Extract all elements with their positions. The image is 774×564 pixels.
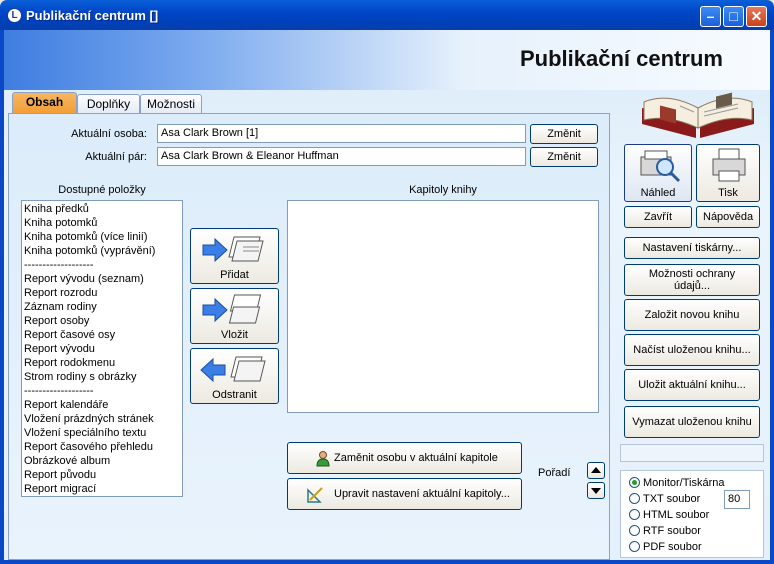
preview-button[interactable]: Náhled bbox=[624, 144, 692, 202]
list-item[interactable]: Kniha předků bbox=[24, 202, 180, 216]
page-title: Publikační centrum bbox=[520, 46, 723, 71]
book-chapters-list[interactable] bbox=[287, 200, 599, 413]
book-chapters-caption: Kapitoly knihy bbox=[409, 184, 477, 196]
list-item[interactable]: Report vývodu (seznam) bbox=[24, 272, 180, 286]
preview-label: Náhled bbox=[640, 187, 676, 199]
list-item[interactable]: Report kalendáře bbox=[24, 398, 180, 412]
radio-label: RTF soubor bbox=[643, 525, 701, 537]
window-title: Publikační centrum [] bbox=[26, 8, 159, 23]
radio-html-file[interactable]: HTML soubor bbox=[629, 509, 709, 521]
available-items-caption: Dostupné položky bbox=[58, 184, 146, 196]
radio-dot bbox=[629, 493, 640, 504]
replace-person-chapter-label: Zaměnit osobu v aktuální kapitole bbox=[334, 452, 498, 464]
save-book-button[interactable]: Uložit aktuální knihu... bbox=[624, 369, 760, 401]
list-item[interactable]: Report rozrodu bbox=[24, 286, 180, 300]
status-field bbox=[620, 444, 764, 462]
list-item[interactable]: Vložení speciálního textu bbox=[24, 426, 180, 440]
close-button[interactable]: Zavřít bbox=[624, 206, 692, 228]
tab-obsah[interactable]: Obsah bbox=[12, 92, 77, 114]
current-person-label: Aktuální osoba: bbox=[71, 128, 147, 140]
print-label: Tisk bbox=[718, 187, 738, 199]
privacy-options-button[interactable]: Možnosti ochrany údajů... bbox=[624, 264, 760, 296]
radio-txt-file[interactable]: TXT soubor bbox=[629, 493, 700, 505]
list-item[interactable]: Kniha potomků (více linií) bbox=[24, 230, 180, 244]
current-person-field[interactable]: Asa Clark Brown [1] bbox=[157, 124, 526, 143]
output-options-group: Monitor/Tiskárna TXT soubor HTML soubor … bbox=[620, 470, 764, 558]
printer-icon bbox=[712, 148, 746, 182]
remove-label: Odstranit bbox=[212, 389, 257, 401]
add-arrow-icon bbox=[202, 236, 264, 263]
radio-pdf-file[interactable]: PDF soubor bbox=[629, 541, 702, 553]
radio-dot bbox=[629, 509, 640, 520]
list-item[interactable]: Report migrací bbox=[24, 482, 180, 496]
delete-book-button[interactable]: Vymazat uloženou knihu bbox=[624, 406, 760, 438]
tab-moznosti[interactable]: Možnosti bbox=[140, 94, 202, 114]
available-items-list[interactable]: Kniha předků Kniha potomků Kniha potomků (… bbox=[21, 200, 183, 497]
radio-label: HTML soubor bbox=[643, 509, 710, 521]
minimize-button[interactable]: – bbox=[700, 6, 721, 27]
close-window-button[interactable]: ✕ bbox=[746, 6, 767, 27]
list-item[interactable]: Vložení prázdných stránek bbox=[24, 412, 180, 426]
list-item[interactable]: Report osoby bbox=[24, 314, 180, 328]
book-icon bbox=[642, 92, 754, 138]
current-couple-label: Aktuální pár: bbox=[85, 151, 147, 163]
change-person-button[interactable]: Změnit bbox=[530, 124, 598, 144]
person-icon bbox=[316, 451, 330, 467]
radio-dot bbox=[629, 525, 640, 536]
app-logo-icon: L bbox=[7, 8, 22, 23]
list-item[interactable]: Kniha potomků (vyprávění) bbox=[24, 244, 180, 258]
radio-label: TXT soubor bbox=[643, 493, 701, 505]
insert-arrow-icon bbox=[202, 294, 262, 324]
radio-label: PDF soubor bbox=[643, 541, 702, 553]
move-up-button[interactable] bbox=[587, 462, 605, 479]
move-down-button[interactable] bbox=[587, 482, 605, 499]
list-item[interactable]: Report rodokmenu bbox=[24, 356, 180, 370]
list-item[interactable]: Report časové osy bbox=[24, 328, 180, 342]
list-item[interactable]: Report vývodu bbox=[24, 342, 180, 356]
edit-chapter-settings-button[interactable]: Upravit nastavení aktuální kapitoly... bbox=[287, 478, 522, 510]
change-couple-button[interactable]: Změnit bbox=[530, 147, 598, 167]
replace-person-chapter-button[interactable]: Zaměnit osobu v aktuální kapitole bbox=[287, 442, 522, 474]
close-icon: ✕ bbox=[750, 8, 763, 24]
preview-icon bbox=[640, 150, 681, 183]
new-book-button[interactable]: Založit novou knihu bbox=[624, 299, 760, 331]
add-button[interactable]: Přidat bbox=[190, 228, 279, 284]
list-item[interactable]: Obrázkové album bbox=[24, 454, 180, 468]
remove-arrow-icon bbox=[200, 356, 266, 383]
current-couple-field[interactable]: Asa Clark Brown & Eleanor Huffman bbox=[157, 147, 526, 166]
minimize-icon: – bbox=[706, 8, 715, 24]
radio-monitor-printer[interactable]: Monitor/Tiskárna bbox=[629, 477, 725, 489]
arrow-down-icon bbox=[591, 488, 601, 494]
printer-settings-button[interactable]: Nastavení tiskárny... bbox=[624, 237, 760, 259]
edit-chapter-settings-label: Upravit nastavení aktuální kapitoly... bbox=[334, 488, 510, 500]
radio-dot bbox=[629, 477, 640, 488]
list-item[interactable]: Strom rodiny s obrázky bbox=[24, 370, 180, 384]
maximize-icon: □ bbox=[729, 8, 738, 24]
add-label: Přidat bbox=[220, 269, 249, 281]
list-item[interactable]: ------------------- bbox=[24, 384, 180, 398]
list-item[interactable]: Kniha potomků bbox=[24, 216, 180, 230]
radio-label: Monitor/Tiskárna bbox=[643, 477, 725, 489]
list-item[interactable]: ------------------- bbox=[24, 258, 180, 272]
list-item[interactable]: Report časového přehledu bbox=[24, 440, 180, 454]
help-button[interactable]: Nápověda bbox=[696, 206, 760, 228]
insert-label: Vložit bbox=[221, 329, 248, 341]
maximize-button[interactable]: □ bbox=[723, 6, 744, 27]
insert-button[interactable]: Vložit bbox=[190, 288, 279, 344]
title-bar[interactable]: L Publikační centrum [] – □ ✕ bbox=[0, 0, 774, 30]
radio-rtf-file[interactable]: RTF soubor bbox=[629, 525, 701, 537]
remove-button[interactable]: Odstranit bbox=[190, 348, 279, 404]
tab-doplnky[interactable]: Doplňky bbox=[77, 94, 140, 114]
print-button[interactable]: Tisk bbox=[696, 144, 760, 202]
arrow-up-icon bbox=[591, 467, 601, 473]
load-book-button[interactable]: Načíst uloženou knihu... bbox=[624, 334, 760, 366]
list-item[interactable]: Záznam rodiny bbox=[24, 300, 180, 314]
txt-width-input[interactable]: 80 bbox=[724, 490, 750, 509]
list-item[interactable]: Report původu bbox=[24, 468, 180, 482]
order-label: Pořadí bbox=[538, 467, 571, 479]
radio-dot bbox=[629, 541, 640, 552]
settings-ruler-icon bbox=[307, 487, 323, 503]
